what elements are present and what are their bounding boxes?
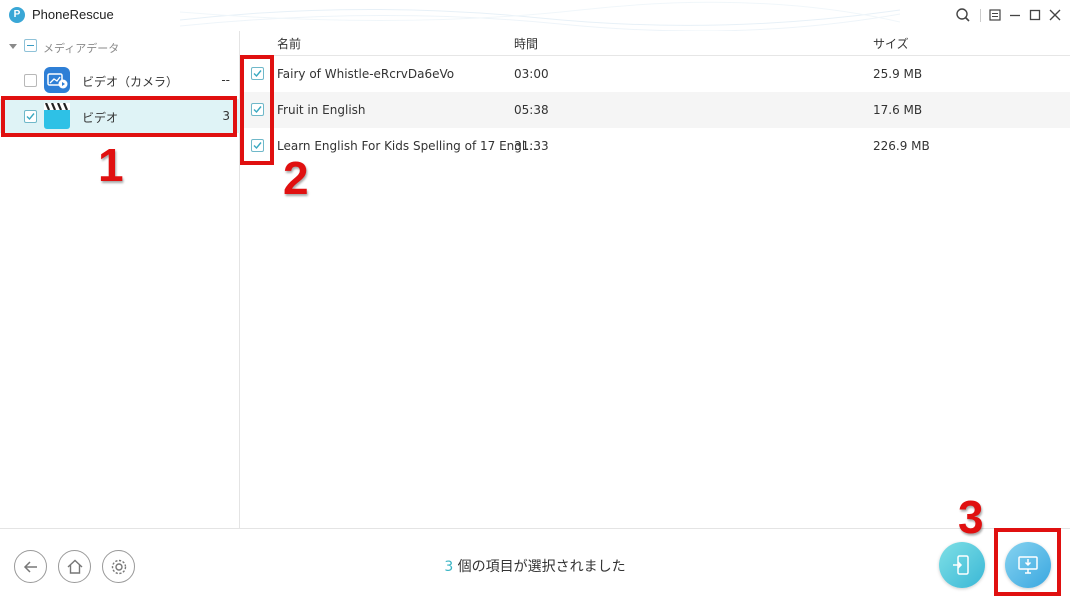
search-icon[interactable] (953, 5, 973, 25)
recover-to-device-button[interactable] (939, 542, 985, 588)
file-duration: 05:38 (514, 103, 549, 117)
file-duration: 03:00 (514, 67, 549, 81)
expand-arrow-icon[interactable] (9, 44, 17, 49)
maximize-icon[interactable] (1025, 5, 1045, 25)
file-table: 名前 時間 サイズ Fairy of Whistle-eRcrvDa6eVo 0… (241, 31, 1070, 528)
camera-video-icon (44, 67, 70, 93)
column-header-size[interactable]: サイズ (873, 35, 909, 52)
close-icon[interactable] (1045, 5, 1065, 25)
file-name: Fairy of Whistle-eRcrvDa6eVo (277, 67, 455, 81)
app-logo-icon: P (9, 7, 25, 23)
table-row[interactable]: Fairy of Whistle-eRcrvDa6eVo 03:00 25.9 … (241, 56, 1070, 92)
file-name: Learn English For Kids Spelling of 17 En… (277, 139, 537, 153)
tree-root-label: メディアデータ (43, 42, 120, 55)
decorative-wave (180, 1, 900, 31)
file-size: 226.9 MB (873, 139, 930, 153)
to-device-icon (953, 555, 969, 575)
selection-status-text: 個の項目が選択されました (453, 559, 626, 575)
file-name: Fruit in English (277, 103, 366, 117)
selection-status: 3 個の項目が選択されました (0, 556, 1070, 576)
title-divider (980, 9, 981, 22)
title-bar: P PhoneRescue (0, 0, 1070, 31)
file-duration: 31:33 (514, 139, 549, 153)
selected-count: 3 (444, 559, 454, 575)
annotation-box-2 (240, 55, 274, 165)
annotation-number-1: 1 (98, 139, 124, 191)
annotation-box-3 (994, 528, 1061, 596)
table-header: 名前 時間 サイズ (241, 31, 1070, 56)
annotation-number-3: 3 (958, 491, 984, 543)
minimize-icon[interactable] (1005, 5, 1025, 25)
app-title: PhoneRescue (32, 7, 114, 22)
column-header-time[interactable]: 時間 (514, 35, 538, 52)
media-data-checkbox[interactable] (24, 39, 37, 52)
menu-icon[interactable] (985, 5, 1005, 25)
column-header-name[interactable]: 名前 (277, 35, 301, 52)
table-row[interactable]: Learn English For Kids Spelling of 17 En… (241, 128, 1070, 164)
table-row[interactable]: Fruit in English 05:38 17.6 MB (241, 92, 1070, 128)
annotation-box-1 (1, 96, 237, 137)
sidebar-item-count: -- (221, 73, 230, 87)
camera-video-checkbox[interactable] (24, 74, 37, 87)
tree-root-media-data[interactable]: メディアデータ (0, 36, 240, 58)
file-size: 25.9 MB (873, 67, 923, 81)
file-size: 17.6 MB (873, 103, 923, 117)
annotation-number-2: 2 (283, 152, 309, 204)
footer-bar: 3 個の項目が選択されました (0, 528, 1070, 600)
sidebar-item-label: ビデオ（カメラ） (82, 75, 179, 89)
sidebar-item-camera-video[interactable]: ビデオ（カメラ） -- (0, 63, 240, 97)
